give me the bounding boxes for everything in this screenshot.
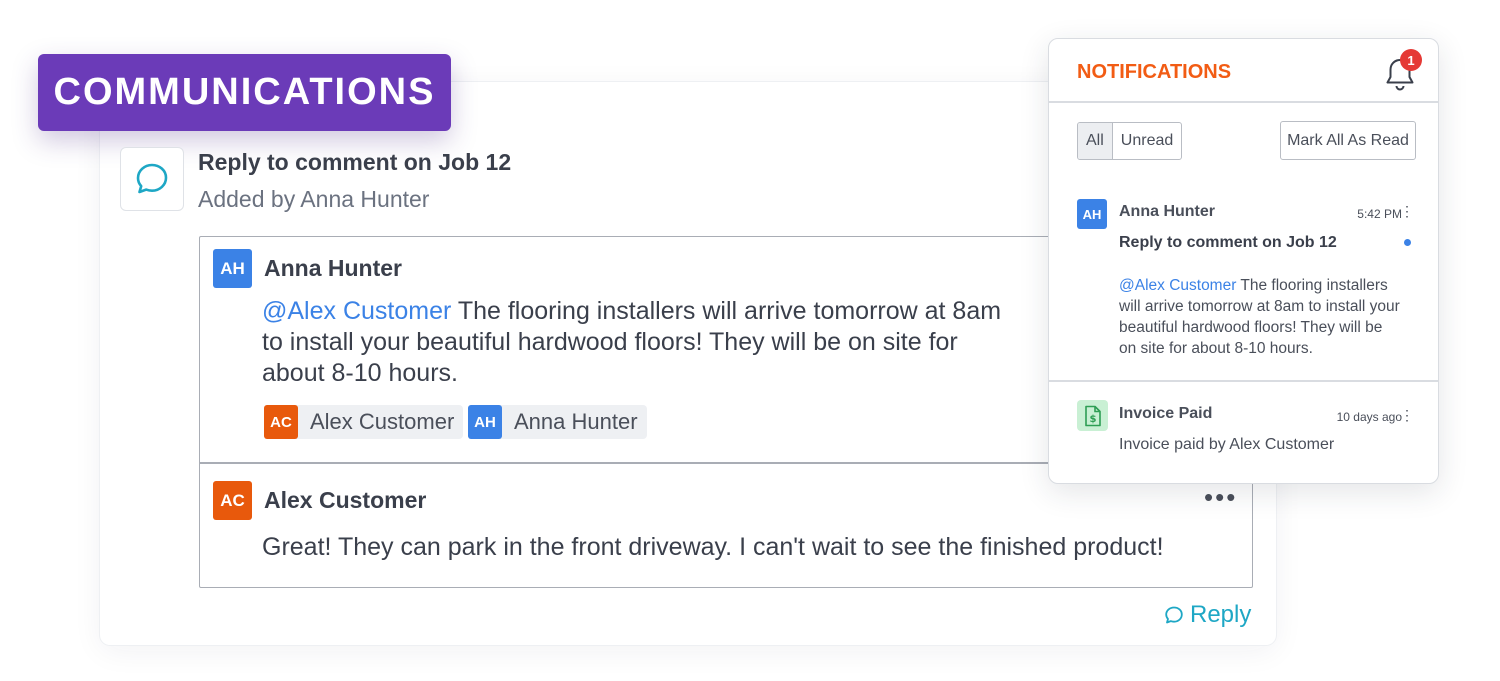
notification-author: Anna Hunter: [1119, 203, 1215, 220]
kebab-menu-icon[interactable]: ⋮: [1400, 407, 1414, 424]
notification-divider: [1049, 380, 1438, 382]
notification-body: @Alex Customer The flooring installers w…: [1119, 275, 1419, 359]
more-options-icon[interactable]: •••: [1204, 482, 1237, 513]
svg-text:$: $: [1089, 414, 1096, 425]
message-author: Alex Customer: [264, 487, 427, 513]
tagged-user-chip[interactable]: AC Alex Customer: [264, 405, 464, 439]
avatar: AH: [213, 249, 252, 288]
notifications-title: NOTIFICATIONS: [1077, 61, 1232, 83]
unread-indicator: [1404, 239, 1411, 246]
chat-bubble-icon: [1165, 606, 1183, 624]
message-text-line: The flooring installers will arrive tomo…: [451, 297, 1002, 325]
tagged-user-name: Anna Hunter: [514, 409, 638, 434]
avatar: AC: [213, 481, 252, 520]
mention-link[interactable]: @Alex Customer: [262, 297, 451, 325]
kebab-menu-icon[interactable]: ⋮: [1400, 203, 1414, 220]
notification-count-badge: 1: [1400, 49, 1422, 71]
invoice-dollar-icon: $: [1077, 400, 1108, 431]
filter-all-button[interactable]: All: [1078, 123, 1113, 159]
notification-text-line: The flooring installers: [1236, 277, 1388, 294]
notification-text-line: beautiful hardwood floors! They will be: [1119, 319, 1383, 336]
mark-all-read-button[interactable]: Mark All As Read: [1280, 121, 1416, 160]
notification-time: 10 days ago: [1336, 410, 1402, 424]
badge-label: COMMUNICATIONS: [53, 71, 436, 113]
notification-text-line: on site for about 8-10 hours.: [1119, 340, 1313, 357]
avatar: AH: [1077, 199, 1107, 229]
message-author: Anna Hunter: [264, 255, 402, 281]
comment-type-icon-box: [120, 147, 184, 211]
tagged-user-chip[interactable]: AH Anna Hunter: [468, 405, 647, 439]
notification-title[interactable]: Invoice Paid: [1119, 405, 1212, 423]
notification-subject[interactable]: Reply to comment on Job 12: [1119, 234, 1337, 252]
reply-label: Reply: [1190, 601, 1252, 628]
filter-toggle: All Unread: [1077, 122, 1183, 160]
tagged-user-name: Alex Customer: [310, 409, 455, 434]
communications-badge: COMMUNICATIONS: [38, 54, 451, 131]
thread-subtitle: Added by Anna Hunter: [198, 186, 430, 212]
avatar: AC: [264, 405, 298, 439]
message-text-line: to install your beautiful hardwood floor…: [262, 328, 958, 356]
message-body: Great! They can park in the front drivew…: [262, 533, 1164, 561]
notifications-panel: NOTIFICATIONS 1 All Unread Mark All As R…: [1048, 38, 1439, 484]
message-body: @Alex Customer The flooring installers w…: [262, 296, 1001, 389]
header-divider: [1049, 101, 1438, 103]
chat-bubble-icon: [136, 163, 168, 194]
mention-link[interactable]: @Alex Customer: [1119, 277, 1236, 294]
reply-button[interactable]: Reply: [1164, 601, 1251, 629]
avatar: AH: [468, 405, 502, 439]
notification-time: 5:42 PM: [1357, 207, 1402, 221]
notification-body: Invoice paid by Alex Customer: [1119, 436, 1335, 453]
filter-unread-button[interactable]: Unread: [1113, 123, 1181, 159]
message-text-line: about 8-10 hours.: [262, 359, 458, 387]
notification-text-line: will arrive tomorrow at 8am to install y…: [1119, 298, 1400, 315]
thread-title: Reply to comment on Job 12: [198, 149, 512, 175]
